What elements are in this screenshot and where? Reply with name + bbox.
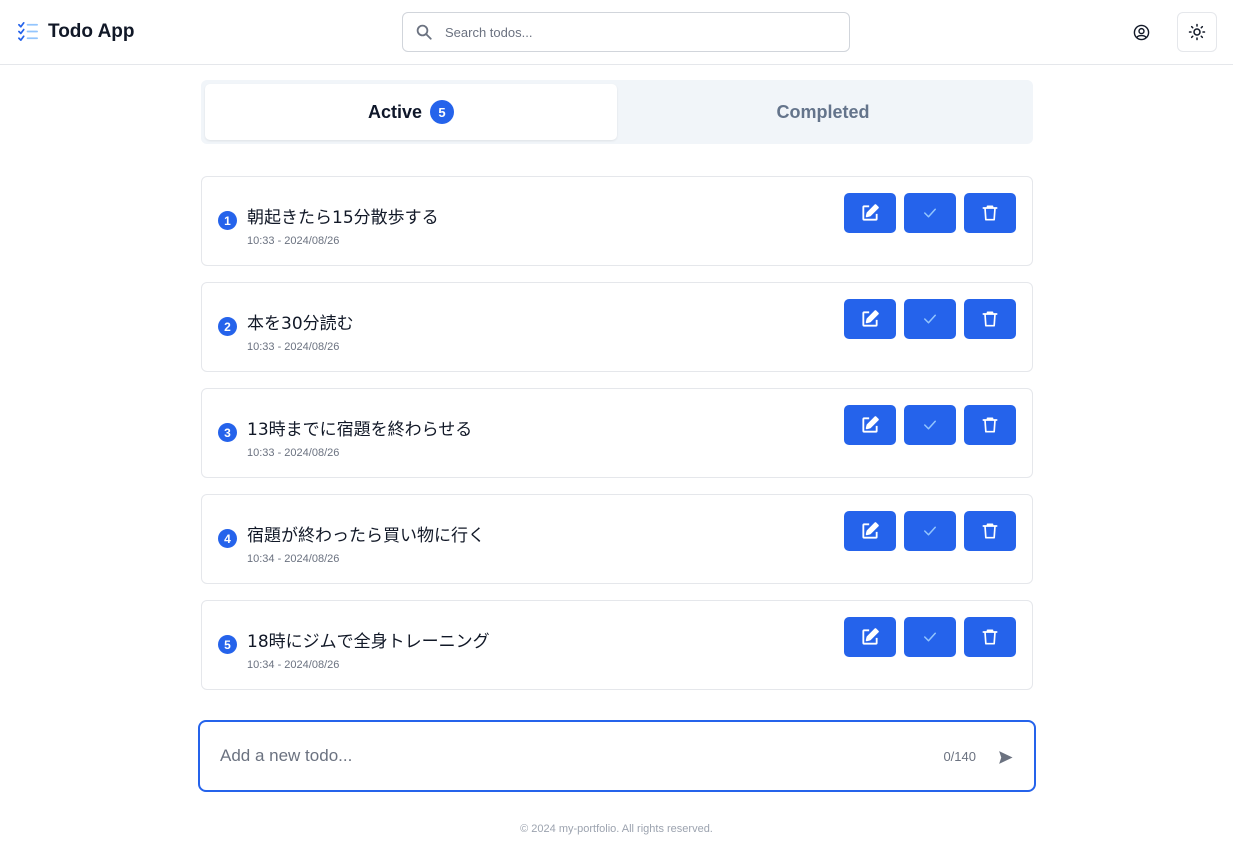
checklist-icon	[18, 22, 38, 41]
delete-button[interactable]	[964, 299, 1016, 339]
tab-completed[interactable]: Completed	[617, 84, 1029, 140]
complete-button[interactable]	[904, 405, 956, 445]
tab-active-label: Active	[367, 101, 423, 122]
todo-item: 3 13時までに宿題を終わらせる 10:33 - 2024/08/26	[201, 388, 1033, 478]
todo-number-badge: 5	[218, 635, 237, 654]
edit-button[interactable]	[844, 617, 896, 657]
todo-timestamp: 10:33 - 2024/08/26	[247, 235, 340, 247]
sun-icon	[1188, 23, 1206, 41]
todo-text: 13時までに宿題を終わらせる	[247, 420, 473, 440]
trash-icon	[982, 629, 998, 645]
footer-copyright: © 2024 my-portfolio. All rights reserved…	[520, 823, 713, 835]
todo-number-badge: 4	[218, 529, 237, 548]
check-icon	[924, 208, 936, 218]
delete-button[interactable]	[964, 617, 1016, 657]
edit-icon	[862, 310, 879, 327]
todo-text: 18時にジムで全身トレーニング	[247, 632, 490, 652]
todo-timestamp: 10:34 - 2024/08/26	[247, 553, 340, 565]
tab-completed-label: Completed	[776, 101, 870, 122]
todo-actions	[844, 299, 1016, 339]
edit-button[interactable]	[844, 405, 896, 445]
complete-button[interactable]	[904, 299, 956, 339]
check-icon	[924, 632, 936, 642]
edit-button[interactable]	[844, 193, 896, 233]
app-header: Todo App	[0, 0, 1233, 65]
trash-icon	[982, 523, 998, 539]
todo-item: 1 朝起きたら15分散歩する 10:33 - 2024/08/26	[201, 176, 1033, 266]
check-icon	[924, 526, 936, 536]
theme-toggle-button[interactable]	[1177, 12, 1217, 52]
edit-button[interactable]	[844, 511, 896, 551]
todo-actions	[844, 193, 1016, 233]
trash-icon	[982, 205, 998, 221]
todo-timestamp: 10:34 - 2024/08/26	[247, 659, 340, 671]
edit-icon	[862, 628, 879, 645]
send-button[interactable]	[994, 746, 1016, 768]
new-todo-input[interactable]	[218, 745, 918, 767]
todo-list: 1 朝起きたら15分散歩する 10:33 - 2024/08/26 2 本を30…	[201, 176, 1033, 706]
tab-bar: Active 5 Completed	[201, 80, 1033, 144]
search-input[interactable]	[443, 23, 823, 41]
todo-timestamp: 10:33 - 2024/08/26	[247, 341, 340, 353]
todo-item: 4 宿題が終わったら買い物に行く 10:34 - 2024/08/26	[201, 494, 1033, 584]
delete-button[interactable]	[964, 193, 1016, 233]
check-icon	[924, 420, 936, 430]
user-circle-icon	[1133, 24, 1149, 40]
edit-button[interactable]	[844, 299, 896, 339]
send-icon	[998, 750, 1013, 764]
todo-number-badge: 2	[218, 317, 237, 336]
complete-button[interactable]	[904, 193, 956, 233]
todo-actions	[844, 511, 1016, 551]
todo-actions	[844, 405, 1016, 445]
active-count-badge: 5	[430, 100, 455, 124]
app-title: Todo App	[48, 20, 135, 42]
user-button[interactable]	[1124, 15, 1158, 49]
todo-number-badge: 3	[218, 423, 237, 442]
trash-icon	[982, 417, 998, 433]
check-icon	[924, 314, 936, 324]
brand: Todo App	[17, 20, 135, 43]
todo-item: 2 本を30分読む 10:33 - 2024/08/26	[201, 282, 1033, 372]
todo-number-badge: 1	[218, 211, 237, 230]
char-counter: 0/140	[943, 749, 976, 764]
todo-text: 本を30分読む	[247, 314, 354, 334]
complete-button[interactable]	[904, 617, 956, 657]
edit-icon	[862, 416, 879, 433]
edit-icon	[862, 522, 879, 539]
todo-text: 宿題が終わったら買い物に行く	[247, 526, 485, 546]
edit-icon	[862, 204, 879, 221]
delete-button[interactable]	[964, 511, 1016, 551]
todo-timestamp: 10:33 - 2024/08/26	[247, 447, 340, 459]
trash-icon	[982, 311, 998, 327]
todo-item: 5 18時にジムで全身トレーニング 10:34 - 2024/08/26	[201, 600, 1033, 690]
todo-text: 朝起きたら15分散歩する	[247, 208, 439, 228]
search-icon	[416, 24, 432, 40]
tab-active[interactable]: Active 5	[205, 84, 617, 140]
new-todo-box: 0/140	[198, 720, 1036, 792]
complete-button[interactable]	[904, 511, 956, 551]
todo-actions	[844, 617, 1016, 657]
delete-button[interactable]	[964, 405, 1016, 445]
search-bar[interactable]	[402, 12, 850, 52]
